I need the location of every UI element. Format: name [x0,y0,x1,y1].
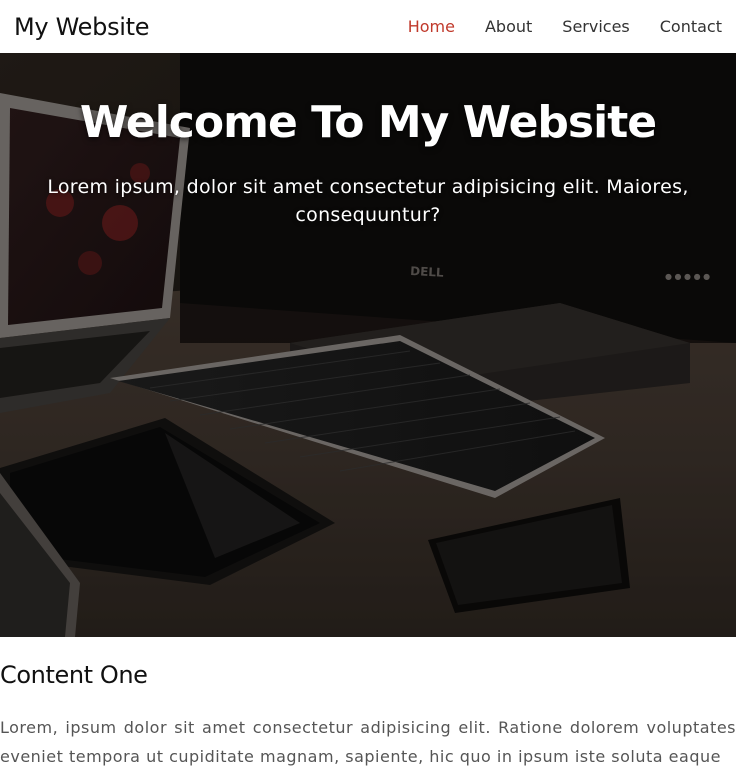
nav-link-about[interactable]: About [485,17,532,36]
hero-section: OPEN DELL ● ● ● ● ● [0,53,736,637]
nav-link-services[interactable]: Services [562,17,629,36]
nav-link-home[interactable]: Home [408,17,455,36]
content-heading: Content One [0,661,148,689]
hero-title: Welcome To My Website [79,97,657,148]
navbar: My Website Home About Services Contact [0,0,736,53]
nav-links: Home About Services Contact [408,17,722,36]
hero-subtitle: Lorem ipsum, dolor sit amet consectetur … [47,176,689,226]
content-paragraph: Lorem, ipsum dolor sit amet consectetur … [0,718,736,766]
brand-logo[interactable]: My Website [14,13,150,41]
content-section: Content One Lorem, ipsum dolor sit amet … [0,637,736,774]
nav-link-contact[interactable]: Contact [660,17,722,36]
